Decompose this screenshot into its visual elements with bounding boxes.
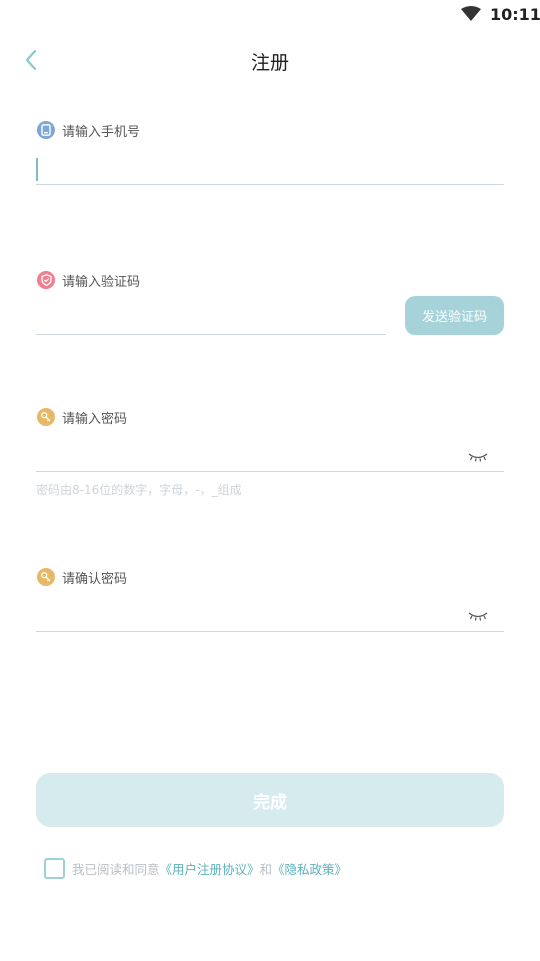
send-code-button[interactable]: 发送验证码 — [405, 296, 504, 335]
agreement-joiner: 和 — [259, 862, 273, 877]
eye-closed-icon[interactable] — [468, 452, 488, 462]
password-input[interactable] — [36, 437, 456, 471]
status-bar: 10:11 — [0, 0, 540, 30]
confirm-password-input[interactable] — [36, 597, 456, 631]
privacy-policy-link[interactable]: 《隐私政策》 — [272, 862, 347, 877]
shield-icon — [37, 271, 55, 289]
done-button[interactable]: 完成 — [36, 773, 504, 827]
key-icon — [37, 568, 55, 586]
password-label: 请输入密码 — [62, 411, 128, 427]
phone-label: 请输入手机号 — [62, 124, 141, 140]
confirm-label: 请确认密码 — [62, 571, 128, 587]
confirm-label-row: 请确认密码 — [37, 567, 127, 587]
phone-icon — [37, 121, 55, 139]
key-icon — [37, 408, 55, 426]
password-hint: 密码由8-16位的数字，字母，-，_组成 — [36, 483, 242, 497]
code-underline — [36, 334, 386, 335]
agreement-text: 我已阅读和同意《用户注册协议》和《隐私政策》 — [72, 859, 347, 878]
phone-input[interactable] — [36, 150, 504, 184]
user-agreement-link[interactable]: 《用户注册协议》 — [160, 862, 260, 877]
code-label-row: 请输入验证码 — [37, 270, 140, 290]
password-label-row: 请输入密码 — [37, 407, 127, 427]
wifi-icon — [461, 6, 481, 21]
password-underline — [36, 471, 504, 472]
agreement-prefix: 我已阅读和同意 — [72, 862, 160, 877]
status-time: 10:11 — [490, 5, 540, 24]
confirm-underline — [36, 631, 504, 632]
code-label: 请输入验证码 — [62, 274, 141, 290]
phone-underline — [36, 184, 504, 185]
page-title: 注册 — [250, 52, 289, 74]
agree-checkbox[interactable] — [44, 858, 65, 879]
eye-closed-icon[interactable] — [468, 611, 488, 621]
phone-label-row: 请输入手机号 — [37, 120, 140, 140]
code-input[interactable] — [36, 300, 386, 334]
